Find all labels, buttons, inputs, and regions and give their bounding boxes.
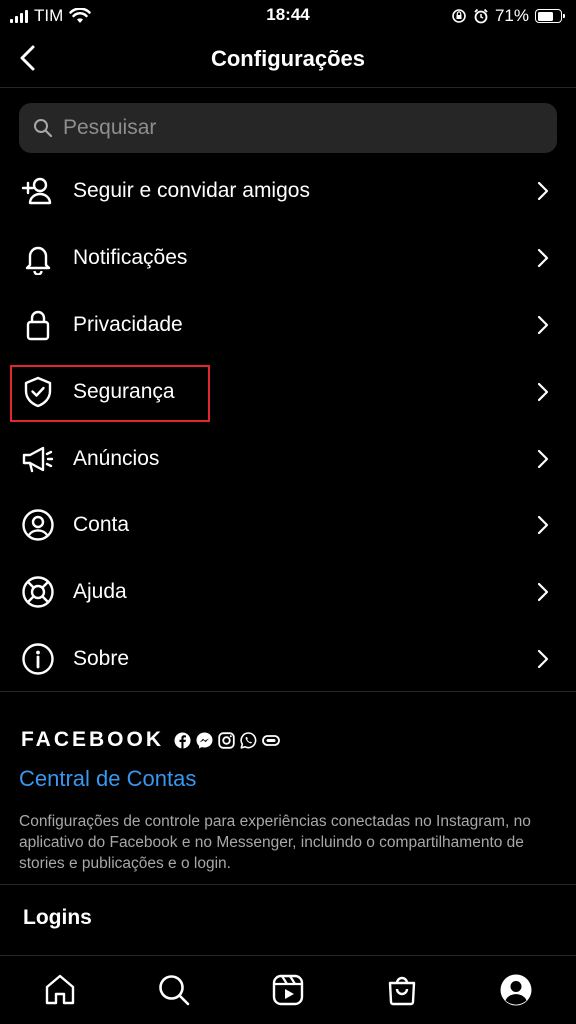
search-icon: [159, 975, 190, 1006]
lifebuoy-icon: [21, 575, 55, 609]
menu-item-account[interactable]: Conta: [0, 492, 576, 559]
whatsapp-icon: [240, 731, 257, 749]
profile-icon: [500, 974, 532, 1006]
menu-label: Privacidade: [73, 312, 183, 336]
messenger-icon: [196, 732, 213, 748]
menu-item-ads[interactable]: Anúncios: [0, 425, 576, 492]
shield-check-icon: [21, 375, 55, 409]
header: Configurações: [0, 32, 576, 88]
status-bar: TIM 18:44 71%: [0, 0, 576, 32]
menu-label: Notificações: [73, 246, 188, 270]
alarm-icon: [474, 8, 488, 24]
facebook-app-icons: [174, 731, 280, 749]
section-divider: [0, 691, 576, 692]
chevron-right-icon: [537, 315, 549, 335]
menu-item-notifications[interactable]: Notificações: [0, 225, 576, 292]
reels-icon: [272, 974, 304, 1006]
chevron-right-icon: [537, 249, 549, 268]
chevron-right-icon: [537, 449, 549, 468]
accounts-center-description: Configurações de controle para experiênc…: [19, 813, 531, 872]
search-box[interactable]: [19, 103, 557, 153]
battery-percent: 71%: [494, 6, 529, 25]
menu-item-help[interactable]: Ajuda: [0, 559, 576, 626]
account-circle-icon: [21, 508, 55, 542]
nav-shop-button[interactable]: [384, 972, 420, 1008]
search-icon: [34, 119, 53, 138]
menu-item-security[interactable]: Segurança: [0, 358, 576, 425]
portal-icon: [262, 734, 280, 746]
nav-reels-button[interactable]: [270, 972, 306, 1008]
nav-home-button[interactable]: [42, 972, 78, 1008]
status-right: 71%: [451, 6, 565, 26]
facebook-icon: [174, 732, 191, 749]
menu-label: Seguir e convidar amigos: [73, 179, 310, 203]
battery-icon: [535, 9, 565, 23]
menu-item-privacy[interactable]: Privacidade: [0, 292, 576, 359]
menu-item-follow-invite[interactable]: Seguir e convidar amigos: [0, 158, 576, 225]
home-icon: [45, 974, 75, 1005]
menu-label: Ajuda: [73, 580, 127, 604]
chevron-right-icon: [537, 516, 549, 535]
bell-icon: [21, 241, 55, 276]
shop-icon: [388, 976, 416, 1006]
battery-level: [537, 11, 554, 21]
menu-label: Conta: [73, 513, 130, 537]
logins-section-title: Logins: [23, 906, 92, 929]
add-person-icon: [21, 174, 55, 208]
settings-menu: Seguir e convidar amigos Notificações Pr…: [0, 158, 576, 692]
instagram-icon: [218, 731, 235, 749]
back-button[interactable]: [14, 44, 42, 72]
menu-label: Segurança: [73, 379, 175, 403]
accounts-center-link[interactable]: Central de Contas: [19, 766, 196, 792]
info-icon: [21, 642, 55, 676]
nav-profile-button[interactable]: [498, 972, 534, 1008]
page-title: Configurações: [210, 46, 366, 71]
chevron-right-icon: [537, 649, 549, 669]
menu-item-about[interactable]: Sobre: [0, 626, 576, 693]
search-input[interactable]: [63, 116, 503, 140]
chevron-right-icon: [537, 182, 549, 201]
chevron-right-icon: [537, 583, 549, 602]
section-divider: [0, 884, 576, 885]
menu-label: Anúncios: [73, 446, 160, 470]
facebook-wordmark: FACEBOOK: [21, 728, 165, 751]
bottom-navigation: [0, 955, 576, 1024]
chevron-left-icon: [20, 45, 35, 71]
chevron-right-icon: [537, 382, 549, 401]
nav-search-button[interactable]: [156, 972, 192, 1008]
facebook-header: FACEBOOK: [21, 728, 280, 752]
lock-icon: [21, 308, 55, 342]
menu-label: Sobre: [73, 646, 130, 670]
orientation-lock-icon: [452, 9, 466, 23]
megaphone-icon: [21, 442, 55, 476]
